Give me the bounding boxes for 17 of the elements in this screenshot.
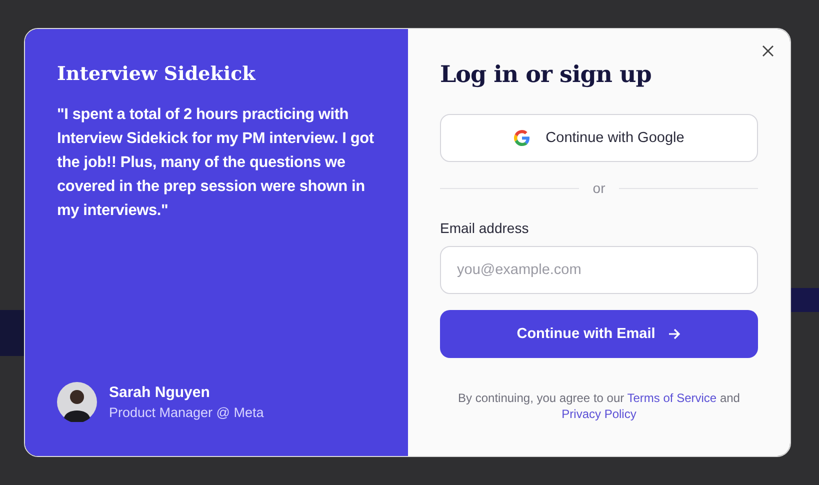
close-icon[interactable] <box>760 43 776 59</box>
dialog-title: Log in or sign up <box>440 61 652 88</box>
email-label: Email address <box>440 220 530 236</box>
avatar-icon <box>57 382 97 422</box>
arrow-right-icon <box>667 327 682 341</box>
terms-link[interactable]: Terms of Service <box>627 391 717 405</box>
testimonial-quote: "I spent a total of 2 hours practicing with Interview Sidekick for my PM interview. I got the job!! Plus, many of the questions we covered in the prep session were shown in my interviews." <box>57 105 375 221</box>
author-name: Sarah Nguyen <box>109 384 211 401</box>
brand-name: Interview Sidekick <box>57 63 257 85</box>
google-button[interactable]: Continue with Google <box>440 114 758 162</box>
divider-text: or <box>592 180 606 196</box>
email-field[interactable]: you@example.com <box>440 246 758 294</box>
google-g-icon <box>514 130 530 146</box>
legal-text: By continuing, you agree to our Terms of Service and Privacy Policy <box>457 390 741 422</box>
privacy-link[interactable]: Privacy Policy <box>562 407 636 421</box>
author-role: Product Manager @ Meta <box>109 405 264 420</box>
email-button[interactable]: Continue with Email <box>440 310 758 358</box>
